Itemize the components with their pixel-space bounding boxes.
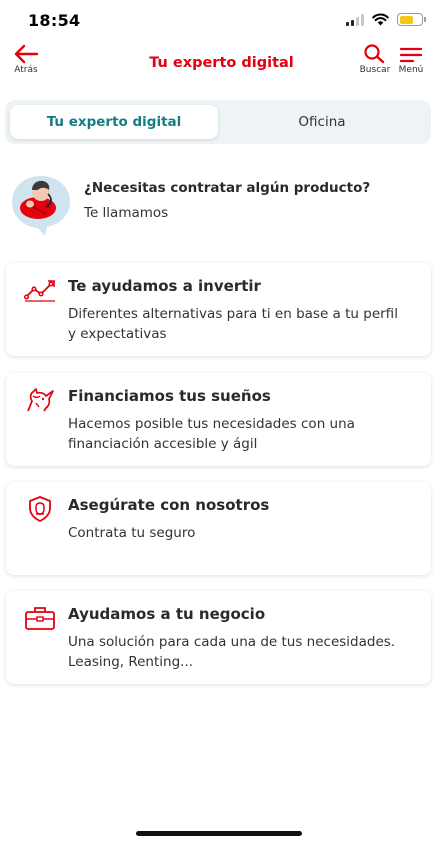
menu-button[interactable]: Menú: [395, 44, 427, 75]
battery-icon: [397, 13, 426, 26]
card-negocio[interactable]: Ayudamos a tu negocio Una solución para …: [6, 591, 431, 684]
card-title: Asegúrate con nosotros: [68, 496, 270, 514]
investment-chart-icon: [24, 280, 55, 302]
card-title: Financiamos tus sueños: [68, 387, 271, 405]
tab-tu-experto-digital[interactable]: Tu experto digital: [10, 105, 218, 139]
app-header: Atrás Tu experto digital Buscar Menú: [0, 42, 443, 86]
card-title: Ayudamos a tu negocio: [68, 605, 266, 623]
status-time: 18:54: [28, 11, 81, 30]
briefcase-icon: [25, 607, 55, 630]
home-indicator[interactable]: [136, 831, 302, 836]
status-icons: [346, 13, 426, 26]
card-description: Una solución para cada una de tus necesi…: [68, 634, 396, 670]
tab-oficina[interactable]: Oficina: [218, 105, 426, 139]
search-label: Buscar: [359, 65, 391, 75]
menu-label: Menú: [398, 65, 424, 75]
search-icon: [364, 44, 385, 64]
segmented-control: Tu experto digital Oficina: [5, 100, 431, 144]
shield-icon: [29, 496, 51, 522]
call-banner-title: ¿Necesitas contratar algún producto?: [84, 180, 371, 196]
hamburger-menu-icon: [399, 47, 423, 63]
unicorn-icon: [27, 388, 54, 412]
agent-avatar-icon: [12, 176, 70, 236]
card-financiamos[interactable]: Financiamos tus sueños Hacemos posible t…: [6, 373, 431, 466]
card-description: Hacemos posible tus necesidades con una …: [68, 416, 355, 452]
card-description: Diferentes alternativas para ti en base …: [68, 306, 398, 342]
card-asegurate[interactable]: Asegúrate con nosotros Contrata tu segur…: [6, 482, 431, 575]
status-bar: 18:54: [0, 0, 443, 40]
signal-icon: [346, 13, 364, 26]
card-title: Te ayudamos a invertir: [68, 277, 261, 295]
wifi-icon: [372, 13, 389, 26]
card-description: Contrata tu seguro: [68, 525, 196, 541]
call-banner-subtitle: Te llamamos: [84, 205, 169, 221]
call-me-banner[interactable]: ¿Necesitas contratar algún producto? Te …: [8, 172, 428, 238]
card-invertir[interactable]: Te ayudamos a invertir Diferentes altern…: [6, 263, 431, 356]
search-button[interactable]: Buscar: [357, 44, 393, 75]
